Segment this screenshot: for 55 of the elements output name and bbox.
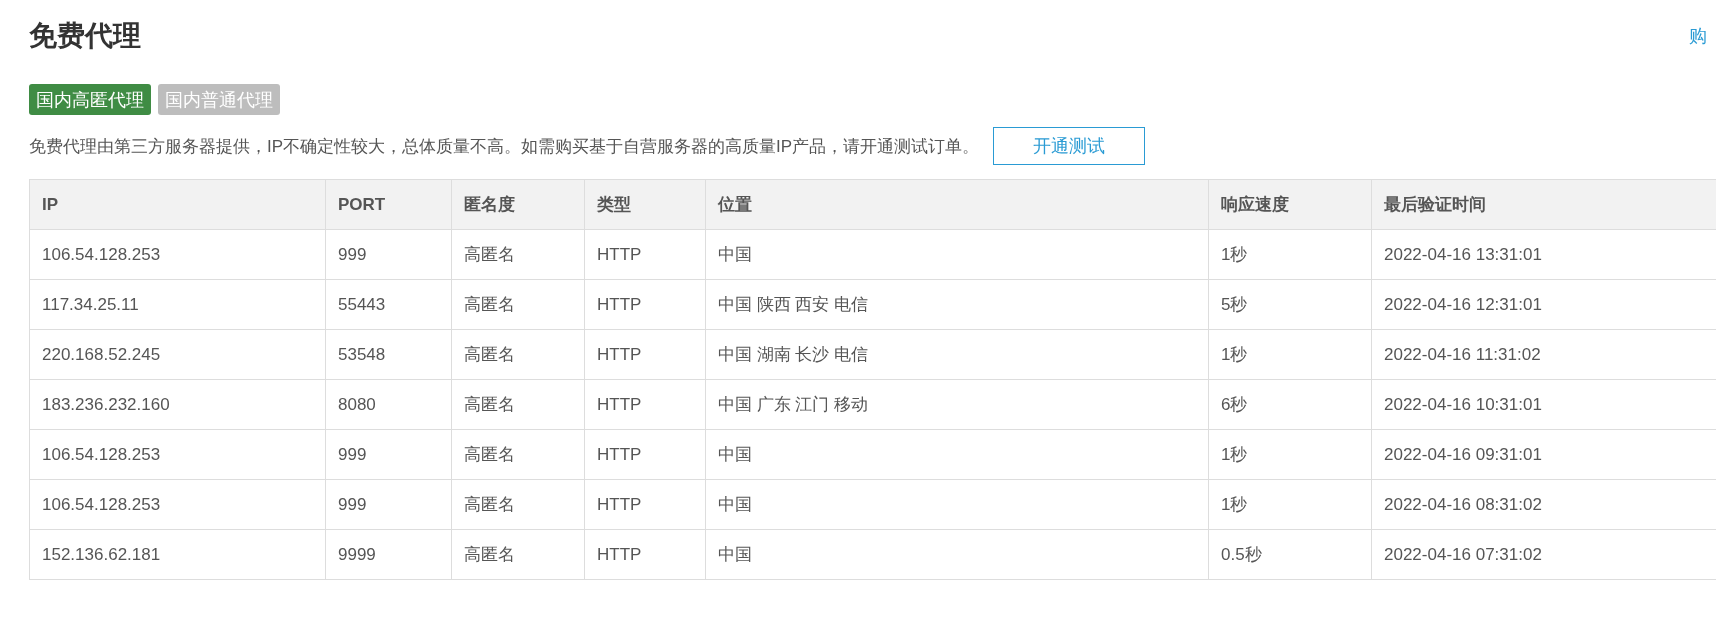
table-cell: 5秒 bbox=[1208, 279, 1372, 330]
table-cell: 中国 湖南 长沙 电信 bbox=[705, 329, 1209, 380]
table-cell: 106.54.128.253 bbox=[29, 429, 326, 480]
table-cell: HTTP bbox=[584, 429, 706, 480]
table-cell: 高匿名 bbox=[451, 529, 585, 580]
table-cell: HTTP bbox=[584, 529, 706, 580]
page-title: 免费代理 bbox=[29, 19, 141, 53]
table-cell: 9999 bbox=[325, 529, 452, 580]
table-cell: HTTP bbox=[584, 279, 706, 330]
table-cell: 中国 bbox=[705, 429, 1209, 480]
table-cell: 1秒 bbox=[1208, 429, 1372, 480]
table-cell: 53548 bbox=[325, 329, 452, 380]
table-cell: 1秒 bbox=[1208, 329, 1372, 380]
table-cell: 1秒 bbox=[1208, 229, 1372, 280]
table-cell: 高匿名 bbox=[451, 429, 585, 480]
table-cell: 中国 bbox=[705, 529, 1209, 580]
notice-text: 免费代理由第三方服务器提供，IP不确定性较大，总体质量不高。如需购买基于自营服务器的高质量IP产品，请开通测试订单。 bbox=[29, 135, 980, 158]
column-header: 最后验证时间 bbox=[1371, 179, 1716, 230]
table-cell: 999 bbox=[325, 479, 452, 530]
table-cell: 高匿名 bbox=[451, 379, 585, 430]
table-cell: 高匿名 bbox=[451, 479, 585, 530]
proxy-tab[interactable]: 国内高匿代理 bbox=[29, 84, 151, 115]
table-cell: 999 bbox=[325, 229, 452, 280]
column-header: 类型 bbox=[584, 179, 706, 230]
column-header: 响应速度 bbox=[1208, 179, 1372, 230]
purchase-link[interactable]: 购 bbox=[1689, 24, 1707, 48]
table-cell: 高匿名 bbox=[451, 229, 585, 280]
table-cell: 106.54.128.253 bbox=[29, 229, 326, 280]
table-cell: 220.168.52.245 bbox=[29, 329, 326, 380]
table-cell: 高匿名 bbox=[451, 279, 585, 330]
table-cell: 1秒 bbox=[1208, 479, 1372, 530]
table-cell: 106.54.128.253 bbox=[29, 479, 326, 530]
proxy-tab[interactable]: 国内普通代理 bbox=[158, 84, 280, 115]
table-cell: HTTP bbox=[584, 229, 706, 280]
table-cell: 152.136.62.181 bbox=[29, 529, 326, 580]
table-cell: HTTP bbox=[584, 329, 706, 380]
table-cell: 117.34.25.11 bbox=[29, 279, 326, 330]
column-header: IP bbox=[29, 179, 326, 230]
table-cell: 中国 bbox=[705, 229, 1209, 280]
table-cell: 中国 陕西 西安 电信 bbox=[705, 279, 1209, 330]
table-cell: 中国 bbox=[705, 479, 1209, 530]
table-cell: 高匿名 bbox=[451, 329, 585, 380]
column-header: 匿名度 bbox=[451, 179, 585, 230]
table-cell: 183.236.232.160 bbox=[29, 379, 326, 430]
column-header: 位置 bbox=[705, 179, 1209, 230]
table-cell: 55443 bbox=[325, 279, 452, 330]
column-header: PORT bbox=[325, 179, 452, 230]
table-cell: HTTP bbox=[584, 379, 706, 430]
open-test-button[interactable]: 开通测试 bbox=[993, 127, 1146, 165]
table-cell: 6秒 bbox=[1208, 379, 1372, 430]
table-cell: 中国 广东 江门 移动 bbox=[705, 379, 1209, 430]
table-cell: HTTP bbox=[584, 479, 706, 530]
table-cell: 8080 bbox=[325, 379, 452, 430]
table-cell: 0.5秒 bbox=[1208, 529, 1372, 580]
table-cell: 999 bbox=[325, 429, 452, 480]
